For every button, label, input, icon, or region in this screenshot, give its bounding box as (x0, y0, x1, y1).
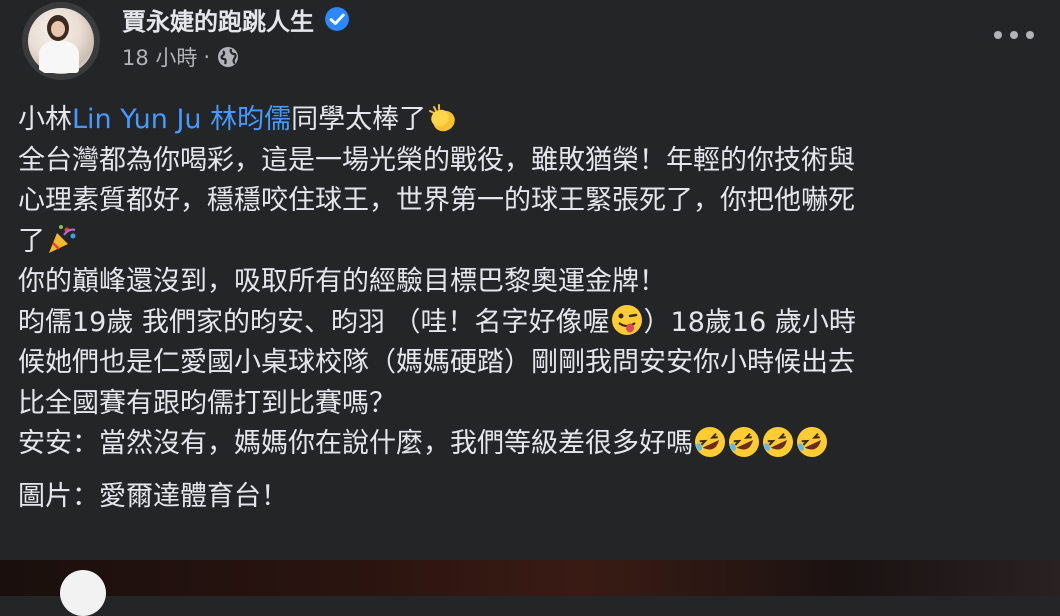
text-line: 昀儒19歲 我們家的昀安、昀羽 （哇！名字好像喔 ）18歲16 歲小時 (18, 303, 1048, 344)
winking-tongue-emoji-icon (611, 305, 642, 335)
post-text: 小林Lin Yun Ju 林昀儒同學太棒了 全台灣都為你喝彩，這是一場光榮的戰役… (18, 100, 1048, 517)
post-meta: 18 小時 · (122, 42, 240, 72)
clapping-hands-emoji-icon (429, 103, 455, 131)
author-name[interactable]: 賈永婕的跑跳人生 (122, 2, 314, 37)
dot-icon (994, 31, 1002, 39)
post-image-preview[interactable] (0, 560, 1060, 596)
globe-icon[interactable] (216, 45, 240, 69)
verified-badge-icon (325, 7, 349, 31)
post-timestamp[interactable]: 18 小時 (122, 42, 197, 72)
dot-icon (1026, 31, 1034, 39)
author-row: 賈永婕的跑跳人生 (122, 2, 350, 36)
text-line: 比全國賽有跟昀儒打到比賽嗎？ (18, 387, 396, 419)
more-options-button[interactable] (994, 24, 1034, 46)
rolling-laughing-emoji-icon (695, 426, 725, 457)
rolling-laughing-emoji-icon (729, 426, 759, 457)
text-line: 心理素質都好，穩穩咬住球王，世界第一的球王緊張死了，你把他嚇死 (18, 185, 855, 216)
text-line: 圖片：愛爾達體育台！ (18, 480, 288, 512)
text-line: 你的巔峰還沒到，吸取所有的經驗目標巴黎奧運金牌！ (18, 266, 666, 297)
meta-separator: · (203, 45, 211, 69)
rolling-laughing-emoji-icon (797, 426, 827, 457)
rolling-laughing-emoji-icon (763, 426, 793, 457)
text-line: 候她們也是仁愛國小桌球校隊（媽媽硬踏）剛剛我問安安你小時候出去 (18, 347, 855, 378)
text-line: 全台灣都為你喝彩，這是一場光榮的戰役，雖敗猶榮！年輕的你技術與 (18, 144, 855, 176)
image-preview-figure (60, 570, 106, 616)
author-avatar[interactable] (22, 2, 100, 80)
party-popper-emoji-icon (49, 225, 76, 253)
facebook-post: 賈永婕的跑跳人生 18 小時 · 小林Lin Yun Ju 林昀儒同學太棒了 全… (0, 0, 1060, 560)
tagged-user-link[interactable]: Lin Yun Ju 林昀儒 (72, 104, 291, 135)
text-line: 安安：當然沒有，媽媽你在說什麼，我們等級差很多好嗎 (18, 424, 1048, 465)
dot-icon (1010, 31, 1018, 39)
text-line: 了 (18, 222, 1048, 263)
text-line: 小林Lin Yun Ju 林昀儒同學太棒了 (18, 100, 1048, 141)
